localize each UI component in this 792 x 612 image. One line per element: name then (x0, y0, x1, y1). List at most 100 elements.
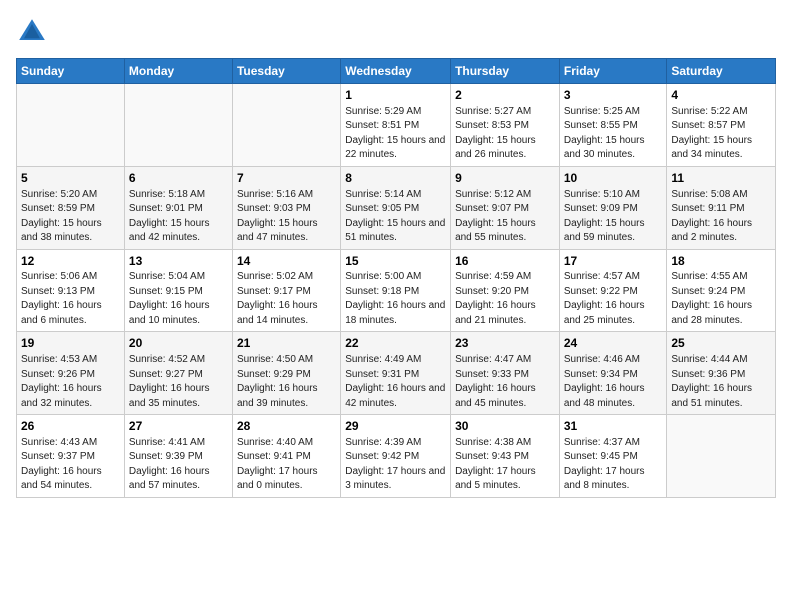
day-info: Sunrise: 5:06 AM Sunset: 9:13 PM Dayligh… (21, 270, 120, 328)
day-number: 23 (455, 335, 555, 352)
header-row: SundayMondayTuesdayWednesdayThursdayFrid… (17, 59, 776, 84)
day-cell: 7Sunrise: 5:16 AM Sunset: 9:03 PM Daylig… (232, 166, 340, 249)
day-info: Sunrise: 4:43 AM Sunset: 9:37 PM Dayligh… (21, 436, 120, 494)
day-info: Sunrise: 5:29 AM Sunset: 8:51 PM Dayligh… (345, 105, 446, 163)
day-number: 15 (345, 253, 446, 270)
day-number: 16 (455, 253, 555, 270)
col-header-saturday: Saturday (667, 59, 776, 84)
logo-icon (16, 16, 48, 48)
day-cell: 24Sunrise: 4:46 AM Sunset: 9:34 PM Dayli… (559, 332, 667, 415)
day-info: Sunrise: 5:25 AM Sunset: 8:55 PM Dayligh… (564, 105, 663, 163)
day-info: Sunrise: 4:44 AM Sunset: 9:36 PM Dayligh… (671, 353, 771, 411)
calendar-table: SundayMondayTuesdayWednesdayThursdayFrid… (16, 58, 776, 498)
day-number: 31 (564, 418, 663, 435)
day-info: Sunrise: 5:14 AM Sunset: 9:05 PM Dayligh… (345, 188, 446, 246)
day-info: Sunrise: 5:27 AM Sunset: 8:53 PM Dayligh… (455, 105, 555, 163)
day-info: Sunrise: 4:37 AM Sunset: 9:45 PM Dayligh… (564, 436, 663, 494)
day-info: Sunrise: 4:38 AM Sunset: 9:43 PM Dayligh… (455, 436, 555, 494)
week-row-1: 1Sunrise: 5:29 AM Sunset: 8:51 PM Daylig… (17, 84, 776, 167)
day-cell: 11Sunrise: 5:08 AM Sunset: 9:11 PM Dayli… (667, 166, 776, 249)
day-info: Sunrise: 4:50 AM Sunset: 9:29 PM Dayligh… (237, 353, 336, 411)
day-number: 19 (21, 335, 120, 352)
day-cell: 8Sunrise: 5:14 AM Sunset: 9:05 PM Daylig… (341, 166, 451, 249)
day-number: 17 (564, 253, 663, 270)
day-info: Sunrise: 5:12 AM Sunset: 9:07 PM Dayligh… (455, 188, 555, 246)
day-info: Sunrise: 5:04 AM Sunset: 9:15 PM Dayligh… (129, 270, 228, 328)
day-number: 3 (564, 87, 663, 104)
day-number: 13 (129, 253, 228, 270)
day-number: 6 (129, 170, 228, 187)
day-cell: 5Sunrise: 5:20 AM Sunset: 8:59 PM Daylig… (17, 166, 125, 249)
day-info: Sunrise: 4:52 AM Sunset: 9:27 PM Dayligh… (129, 353, 228, 411)
day-info: Sunrise: 4:55 AM Sunset: 9:24 PM Dayligh… (671, 270, 771, 328)
day-cell: 2Sunrise: 5:27 AM Sunset: 8:53 PM Daylig… (451, 84, 560, 167)
day-number: 5 (21, 170, 120, 187)
day-number: 8 (345, 170, 446, 187)
col-header-tuesday: Tuesday (232, 59, 340, 84)
day-number: 24 (564, 335, 663, 352)
day-info: Sunrise: 4:49 AM Sunset: 9:31 PM Dayligh… (345, 353, 446, 411)
day-cell: 14Sunrise: 5:02 AM Sunset: 9:17 PM Dayli… (232, 249, 340, 332)
day-cell (124, 84, 232, 167)
day-cell (232, 84, 340, 167)
day-info: Sunrise: 5:02 AM Sunset: 9:17 PM Dayligh… (237, 270, 336, 328)
day-info: Sunrise: 4:47 AM Sunset: 9:33 PM Dayligh… (455, 353, 555, 411)
day-cell: 12Sunrise: 5:06 AM Sunset: 9:13 PM Dayli… (17, 249, 125, 332)
day-info: Sunrise: 5:20 AM Sunset: 8:59 PM Dayligh… (21, 188, 120, 246)
day-number: 4 (671, 87, 771, 104)
col-header-wednesday: Wednesday (341, 59, 451, 84)
day-cell: 9Sunrise: 5:12 AM Sunset: 9:07 PM Daylig… (451, 166, 560, 249)
day-cell: 10Sunrise: 5:10 AM Sunset: 9:09 PM Dayli… (559, 166, 667, 249)
day-cell: 13Sunrise: 5:04 AM Sunset: 9:15 PM Dayli… (124, 249, 232, 332)
day-cell: 27Sunrise: 4:41 AM Sunset: 9:39 PM Dayli… (124, 415, 232, 498)
day-number: 18 (671, 253, 771, 270)
day-cell (17, 84, 125, 167)
day-cell: 22Sunrise: 4:49 AM Sunset: 9:31 PM Dayli… (341, 332, 451, 415)
page: SundayMondayTuesdayWednesdayThursdayFrid… (0, 0, 792, 506)
day-number: 28 (237, 418, 336, 435)
day-number: 14 (237, 253, 336, 270)
day-info: Sunrise: 5:16 AM Sunset: 9:03 PM Dayligh… (237, 188, 336, 246)
day-cell: 19Sunrise: 4:53 AM Sunset: 9:26 PM Dayli… (17, 332, 125, 415)
day-cell: 23Sunrise: 4:47 AM Sunset: 9:33 PM Dayli… (451, 332, 560, 415)
day-cell: 6Sunrise: 5:18 AM Sunset: 9:01 PM Daylig… (124, 166, 232, 249)
day-number: 27 (129, 418, 228, 435)
day-number: 9 (455, 170, 555, 187)
header (16, 16, 776, 48)
day-cell (667, 415, 776, 498)
day-number: 30 (455, 418, 555, 435)
day-info: Sunrise: 5:08 AM Sunset: 9:11 PM Dayligh… (671, 188, 771, 246)
day-info: Sunrise: 4:39 AM Sunset: 9:42 PM Dayligh… (345, 436, 446, 494)
day-number: 1 (345, 87, 446, 104)
day-cell: 15Sunrise: 5:00 AM Sunset: 9:18 PM Dayli… (341, 249, 451, 332)
week-row-2: 5Sunrise: 5:20 AM Sunset: 8:59 PM Daylig… (17, 166, 776, 249)
day-info: Sunrise: 4:46 AM Sunset: 9:34 PM Dayligh… (564, 353, 663, 411)
day-number: 7 (237, 170, 336, 187)
day-info: Sunrise: 4:40 AM Sunset: 9:41 PM Dayligh… (237, 436, 336, 494)
day-info: Sunrise: 4:53 AM Sunset: 9:26 PM Dayligh… (21, 353, 120, 411)
col-header-monday: Monday (124, 59, 232, 84)
day-cell: 1Sunrise: 5:29 AM Sunset: 8:51 PM Daylig… (341, 84, 451, 167)
day-info: Sunrise: 4:59 AM Sunset: 9:20 PM Dayligh… (455, 270, 555, 328)
day-cell: 28Sunrise: 4:40 AM Sunset: 9:41 PM Dayli… (232, 415, 340, 498)
day-number: 12 (21, 253, 120, 270)
day-cell: 26Sunrise: 4:43 AM Sunset: 9:37 PM Dayli… (17, 415, 125, 498)
day-number: 20 (129, 335, 228, 352)
day-cell: 25Sunrise: 4:44 AM Sunset: 9:36 PM Dayli… (667, 332, 776, 415)
day-info: Sunrise: 4:57 AM Sunset: 9:22 PM Dayligh… (564, 270, 663, 328)
day-cell: 16Sunrise: 4:59 AM Sunset: 9:20 PM Dayli… (451, 249, 560, 332)
week-row-4: 19Sunrise: 4:53 AM Sunset: 9:26 PM Dayli… (17, 332, 776, 415)
day-cell: 29Sunrise: 4:39 AM Sunset: 9:42 PM Dayli… (341, 415, 451, 498)
col-header-sunday: Sunday (17, 59, 125, 84)
day-cell: 18Sunrise: 4:55 AM Sunset: 9:24 PM Dayli… (667, 249, 776, 332)
day-cell: 3Sunrise: 5:25 AM Sunset: 8:55 PM Daylig… (559, 84, 667, 167)
day-cell: 31Sunrise: 4:37 AM Sunset: 9:45 PM Dayli… (559, 415, 667, 498)
day-info: Sunrise: 5:10 AM Sunset: 9:09 PM Dayligh… (564, 188, 663, 246)
day-number: 2 (455, 87, 555, 104)
day-number: 22 (345, 335, 446, 352)
day-number: 11 (671, 170, 771, 187)
week-row-3: 12Sunrise: 5:06 AM Sunset: 9:13 PM Dayli… (17, 249, 776, 332)
day-number: 21 (237, 335, 336, 352)
day-number: 29 (345, 418, 446, 435)
col-header-friday: Friday (559, 59, 667, 84)
